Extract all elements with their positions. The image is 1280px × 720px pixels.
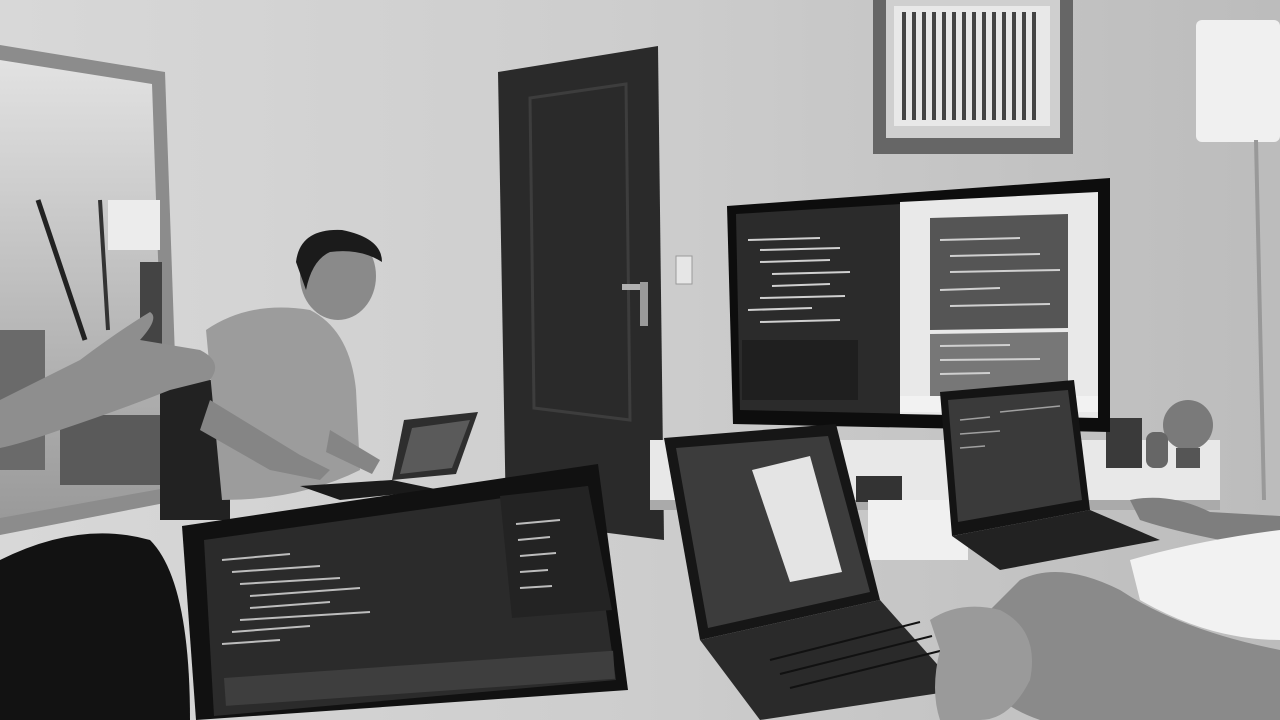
door	[498, 46, 664, 540]
globe	[1163, 400, 1213, 450]
scene-svg	[0, 0, 1280, 720]
foreground-dark-shape	[0, 533, 190, 720]
photo-scene	[0, 0, 1280, 720]
light-switch	[675, 255, 693, 285]
wall-mirror	[0, 45, 180, 535]
framed-picture	[873, 0, 1073, 154]
